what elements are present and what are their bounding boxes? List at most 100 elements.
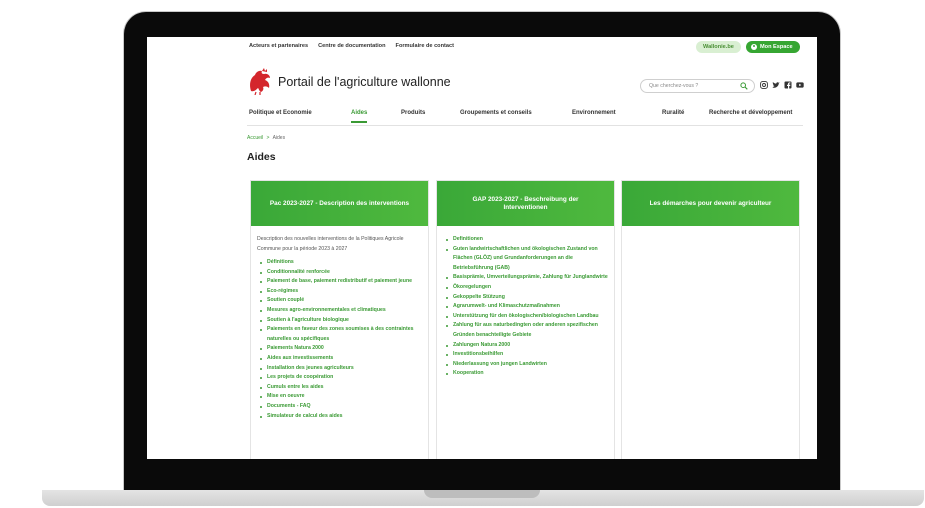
list-item-label: Documents - FAQ: [267, 402, 311, 409]
card-pac-description: Pac 2023-2027 - Description des interven…: [250, 180, 429, 459]
facebook-icon[interactable]: [784, 81, 792, 89]
list-item-label: Installation des jeunes agriculteurs: [267, 364, 354, 371]
nav-item-ruralite[interactable]: Ruralité: [662, 110, 684, 116]
search-box: [640, 79, 755, 93]
list-item[interactable]: Unterstützung für den ökologischen/biolo…: [443, 312, 608, 322]
list-item[interactable]: Paiements Natura 2000: [257, 344, 422, 354]
list-item-label: Les projets de coopération: [267, 374, 334, 381]
card-title[interactable]: Les démarches pour devenir agriculteur: [622, 181, 799, 226]
list-item[interactable]: Ökoregelungen: [443, 283, 608, 293]
bullet-icon: [260, 357, 262, 360]
list-item[interactable]: Aides aux investissements: [257, 354, 422, 364]
bullet-icon: [446, 344, 448, 347]
twitter-icon[interactable]: [772, 81, 780, 89]
list-item[interactable]: Soutien à l'agriculture biologique: [257, 316, 422, 326]
list-item[interactable]: Conditionnalité renforcée: [257, 268, 422, 278]
bullet-icon: [260, 377, 262, 380]
laptop-screen: Acteurs et partenaires Centre de documen…: [147, 37, 817, 459]
site-title[interactable]: Portail de l'agriculture wallonne: [278, 75, 451, 89]
nav-item-aides[interactable]: Aides: [351, 110, 368, 123]
list-item-label: Zahlung für aus naturbedingten oder ande…: [453, 322, 598, 338]
link-centre-documentation[interactable]: Centre de documentation: [318, 43, 385, 49]
nav-item-environnement[interactable]: Environnement: [572, 110, 616, 116]
list-item-label: Cumuls entre les aides: [267, 383, 324, 390]
list-item-label: Gekoppelte Stützung: [453, 293, 505, 300]
bullet-icon: [446, 239, 448, 241]
card-title[interactable]: GAP 2023-2027 - Beschreibung der Interve…: [437, 181, 614, 226]
nav-item-produits[interactable]: Produits: [401, 110, 425, 116]
list-item[interactable]: Paiements en faveur des zones soumises à…: [257, 325, 422, 344]
list-item[interactable]: Cumuls entre les aides: [257, 383, 422, 393]
bullet-icon: [260, 319, 262, 322]
bullet-icon: [260, 281, 262, 284]
nav-item-politique-economie[interactable]: Politique et Economie: [249, 110, 312, 116]
search-icon[interactable]: [740, 82, 748, 90]
list-item-label: Investitionsbeihilfen: [453, 351, 504, 358]
list-item[interactable]: Définitions: [257, 258, 422, 268]
list-item-label: Simulateur de calcul des aides: [267, 412, 343, 419]
bullet-icon: [260, 415, 262, 418]
bullet-icon: [260, 271, 262, 274]
nav-item-recherche-developpement[interactable]: Recherche et développement: [709, 110, 792, 116]
list-item[interactable]: Soutien couplé: [257, 296, 422, 306]
list-item[interactable]: Kooperation: [443, 369, 608, 379]
active-tab-indicator: [351, 121, 368, 123]
wallonie-button[interactable]: Wallonie.be: [696, 41, 741, 53]
list-item[interactable]: Eco-régimes: [257, 287, 422, 297]
list-item[interactable]: Installation des jeunes agriculteurs: [257, 364, 422, 374]
list-item[interactable]: Zahlungen Natura 2000: [443, 341, 608, 351]
bullet-icon: [260, 329, 262, 332]
list-item[interactable]: Basisprämie, Umverteilungsprämie, Zahlun…: [443, 273, 608, 283]
list-item-label: Soutien couplé: [267, 297, 305, 304]
breadcrumb-current: Aides: [272, 135, 286, 141]
mon-espace-label: Mon Espace: [760, 44, 793, 50]
bullet-icon: [260, 405, 262, 408]
card-body: [622, 226, 799, 235]
list-item[interactable]: Les projets de coopération: [257, 373, 422, 383]
list-item[interactable]: Gekoppelte Stützung: [443, 293, 608, 303]
breadcrumb-home[interactable]: Accueil: [247, 135, 263, 141]
list-item[interactable]: Guten landwirtschaftlichen und ökologisc…: [443, 245, 608, 274]
list-item-label: Paiements Natura 2000: [267, 345, 324, 352]
bullet-icon: [260, 309, 262, 312]
youtube-icon[interactable]: [796, 81, 804, 89]
utility-bar: Acteurs et partenaires Centre de documen…: [147, 37, 817, 57]
instagram-icon[interactable]: [760, 81, 768, 89]
list-item[interactable]: Zahlung für aus naturbedingten oder ande…: [443, 321, 608, 340]
link-acteurs-partenaires[interactable]: Acteurs et partenaires: [249, 43, 308, 49]
list-item-label: Kooperation: [453, 370, 484, 377]
link-formulaire-contact[interactable]: Formulaire de contact: [396, 43, 454, 49]
list-item-label: Soutien à l'agriculture biologique: [267, 316, 349, 323]
nav-item-aides-label: Aides: [351, 110, 368, 116]
bullet-icon: [446, 325, 448, 328]
search-input[interactable]: [649, 81, 733, 91]
rooster-logo-icon[interactable]: [247, 67, 273, 95]
bullet-icon: [446, 306, 448, 309]
list-item[interactable]: Agrarumwelt- und Klimaschutzmaßnahmen: [443, 302, 608, 312]
bullet-icon: [446, 286, 448, 289]
mon-espace-button[interactable]: Mon Espace: [746, 41, 800, 53]
card-body: Definitionen Guten landwirtschaftlichen u…: [437, 226, 614, 379]
bullet-icon: [260, 386, 262, 389]
utility-links: Acteurs et partenaires Centre de documen…: [249, 43, 454, 49]
list-item-label: Paiement de base, paiement redistributif…: [267, 278, 413, 285]
nav-item-groupements-conseils[interactable]: Groupements et conseils: [460, 110, 532, 116]
list-item[interactable]: Investitionsbeihilfen: [443, 350, 608, 360]
list-item-label: Mesures agro-environnementales et climat…: [267, 306, 386, 313]
list-item-label: Conditionnalité renforcée: [267, 268, 330, 275]
list-item-label: Agrarumwelt- und Klimaschutzmaßnahmen: [453, 303, 560, 310]
list-item[interactable]: Definitionen: [443, 235, 608, 245]
list-item-label: Basisprämie, Umverteilungsprämie, Zahlun…: [453, 274, 608, 281]
list-item[interactable]: Niederlassung von jungen Landwirten: [443, 360, 608, 370]
list-item[interactable]: Documents - FAQ: [257, 402, 422, 412]
list-item-label: Paiements en faveur des zones soumises à…: [267, 326, 414, 342]
list-item[interactable]: Simulateur de calcul des aides: [257, 412, 422, 422]
list-item[interactable]: Mise en oeuvre: [257, 392, 422, 402]
list-item[interactable]: Mesures agro-environnementales et climat…: [257, 306, 422, 316]
list-item[interactable]: Paiement de base, paiement redistributif…: [257, 277, 422, 287]
user-icon: [751, 44, 757, 50]
bullet-icon: [446, 354, 448, 357]
list-item-label: Aides aux investissements: [267, 354, 334, 361]
list-item-label: Guten landwirtschaftlichen und ökologisc…: [453, 245, 598, 271]
card-title[interactable]: Pac 2023-2027 - Description des interven…: [251, 181, 428, 226]
